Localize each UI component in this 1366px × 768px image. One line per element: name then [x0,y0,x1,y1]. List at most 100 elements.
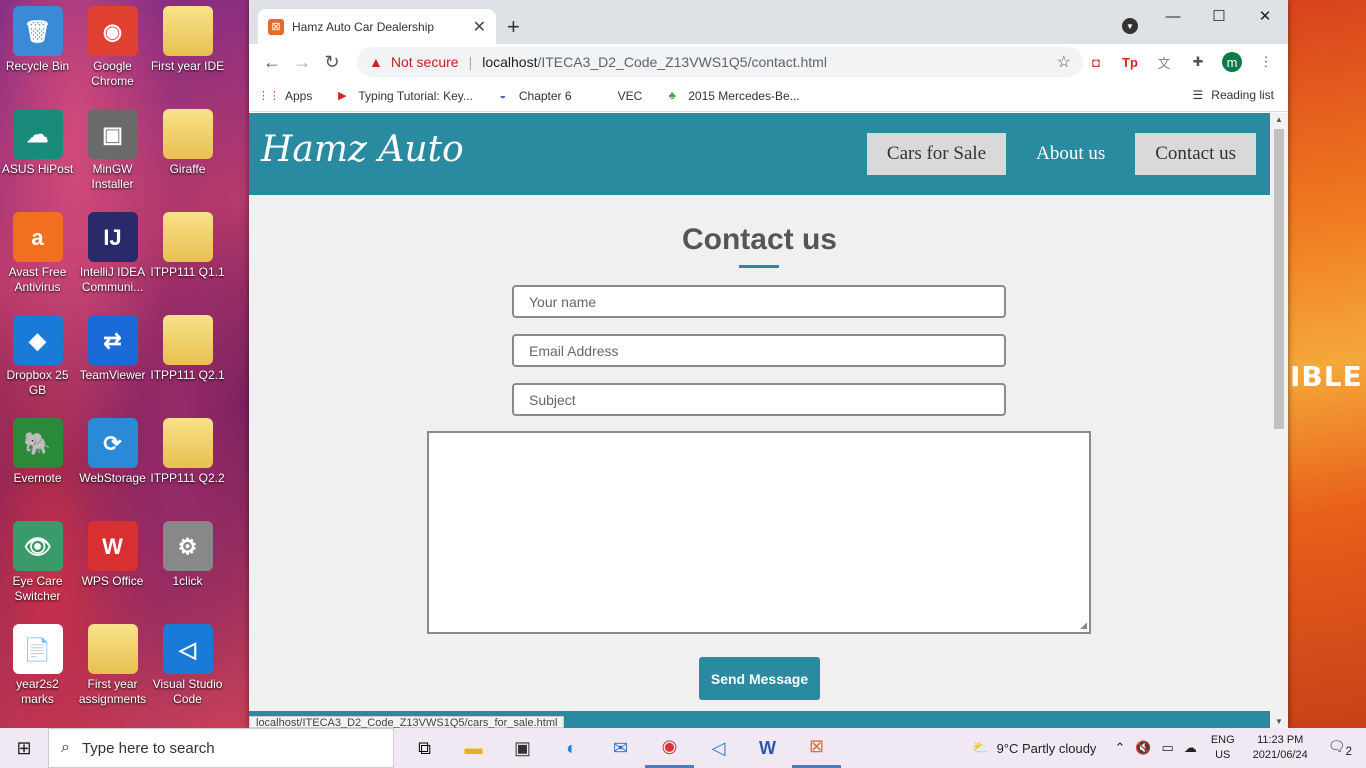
desktop-icon[interactable]: Giraffe [150,103,225,177]
desktop-icon-label: MinGW Installer [91,162,134,191]
resize-grip-icon[interactable]: ◢ [1080,620,1087,631]
weather-widget[interactable]: ⛅ 9°C Partly cloudy [972,740,1096,756]
notification-center-icon[interactable]: 🗨2 [1328,738,1352,758]
nav-contact-us[interactable]: Contact us [1135,133,1256,175]
kebab-menu-icon[interactable]: ⋮ [1256,52,1276,72]
close-tab-icon[interactable]: ✕ [473,17,486,37]
desktop-icon[interactable]: ◆ Dropbox 25 GB [0,309,75,398]
clock[interactable]: 11:23 PM 2021/06/24 [1253,733,1308,763]
send-message-button[interactable]: Send Message [699,657,820,700]
forward-arrow-icon[interactable]: → [287,52,317,73]
desktop-icon[interactable]: 🐘 Evernote [0,412,75,486]
bookmark-item[interactable]: ♣ 2015 Mercedes-Be... [664,88,800,104]
page-scrollbar[interactable]: ▲ ▼ [1270,113,1288,728]
bookmark-item[interactable]: ▶ Typing Tutorial: Key... [334,88,473,104]
desktop-icon[interactable]: ⇄ TeamViewer [75,309,150,383]
site-logo[interactable]: Hamz Auto [261,129,464,170]
translate-extension-icon[interactable]: 文 [1154,52,1174,72]
address-bar[interactable]: ▲ Not secure | localhost /ITECA3_D2_Code… [357,47,1083,77]
desktop-icon[interactable]: First year assignments [75,618,150,707]
edge-icon[interactable]: ◐ [547,728,596,768]
python-icon: ◒ [499,89,507,102]
tp-extension-icon[interactable]: Tp [1120,52,1140,72]
desktop-icon[interactable]: a Avast Free Antivirus [0,206,75,295]
bookmark-label: Chapter 6 [518,88,572,103]
desktop-icon[interactable]: W WPS Office [75,515,150,589]
chrome-icon[interactable]: ◉ [645,728,694,768]
security-label[interactable]: Not secure [391,54,459,70]
desktop-icon-label: WPS Office [81,574,144,588]
reload-icon[interactable]: ↻ [317,52,347,73]
desktop-icon[interactable]: ITPP111 Q1.1 [150,206,225,280]
desktop-icon[interactable]: ◁ Visual Studio Code [150,618,225,707]
desktop-icon-label: Evernote [13,471,62,485]
subject-input[interactable]: Subject [512,383,1006,416]
bookmark-item[interactable]: VEC [594,88,643,104]
desktop-icon[interactable]: ▣ MinGW Installer [75,103,150,192]
clock-date: 2021/06/24 [1252,749,1308,761]
desktop-icon[interactable]: ☁ ASUS HiPost [0,103,75,177]
desktop-icon-image: ◆ [12,315,63,365]
email-input[interactable]: Email Address [512,334,1006,367]
desktop-icon[interactable]: IJ IntelliJ IDEA Communi... [75,206,150,295]
page-title: Contact us [681,223,837,256]
site-header: Hamz Auto Cars for Sale About us Contact… [249,113,1270,195]
mail-icon[interactable]: ✉ [596,728,645,768]
desktop-icon[interactable]: ⚙ 1click [150,515,225,589]
scroll-up-icon[interactable]: ▲ [1275,115,1283,124]
windows-start-icon[interactable]: ⊞ [0,728,48,768]
scrollbar-thumb[interactable] [1274,129,1284,429]
nav-cars-for-sale[interactable]: Cars for Sale [866,133,1007,175]
back-arrow-icon[interactable]: ← [257,52,287,73]
new-tab-button[interactable]: + [507,14,520,40]
taskbar-search[interactable]: ⌕ Type here to search [48,728,394,768]
tab-search-icon[interactable]: ▼ [1122,18,1138,34]
desktop-icon-image: W [87,521,138,571]
volume-muted-icon[interactable]: 🔇 [1135,740,1151,756]
desktop-icon-image [162,212,213,262]
desktop-icon[interactable]: ITPP111 Q2.1 [150,309,225,383]
desktop-icon[interactable]: ◉ Google Chrome [75,0,150,89]
desktop-icon-image: ☁ [12,109,63,159]
desktop-icon[interactable]: First year IDE [150,0,225,74]
bookmark-item[interactable]: ◒ Chapter 6 [495,88,572,104]
task-view-icon[interactable]: ⧉ [400,728,449,768]
scroll-down-icon[interactable]: ▼ [1275,717,1283,726]
desktop-icon[interactable]: 👁 Eye Care Switcher [0,515,75,604]
desktop-icon[interactable]: ITPP111 Q2.2 [150,412,225,486]
pocket-extension-icon[interactable]: ◘ [1086,52,1106,72]
reading-list-button[interactable]: ☰ Reading list [1193,88,1274,102]
url-host: localhost [482,54,538,70]
puzzle-extensions-icon[interactable]: ✚ [1188,52,1208,72]
file-explorer-icon[interactable]: ▬ [449,728,498,768]
bookmark-item[interactable]: ⋮⋮ Apps [258,88,313,104]
close-window-icon[interactable]: ✕ [1242,0,1288,32]
vscode-icon[interactable]: ◁ [694,728,743,768]
desktop-icon[interactable]: 📄 year2s2 marks [0,618,75,707]
bookmark-star-icon[interactable]: ☆ [1057,52,1071,72]
desktop-icon-image: ▣ [87,109,138,159]
desktop-icon[interactable]: 🗑 Recycle Bin [0,0,75,74]
language-indicator[interactable]: ENG US [1211,733,1235,763]
store-icon[interactable]: ▣ [498,728,547,768]
maximize-icon[interactable]: ☐ [1196,0,1242,32]
bookmark-label: VEC [617,88,643,103]
onedrive-cloud-icon[interactable]: ☁ [1184,740,1197,756]
name-input[interactable]: Your name [512,285,1006,318]
desktop-icon-label: ASUS HiPost [1,162,74,176]
desktop-icon-label: Google Chrome [91,59,134,88]
profile-avatar[interactable]: m [1222,52,1242,72]
chevron-up-icon[interactable]: ⌃ [1114,740,1125,756]
taskbar-search-placeholder: Type here to search [81,739,215,757]
message-textarea[interactable]: ◢ [427,431,1091,634]
desktop-icon[interactable]: ⟳ WebStorage [75,412,150,486]
desktop-icon-image: 📄 [12,624,63,674]
bookmark-label: Apps [285,88,313,103]
nav-about-us[interactable]: About us [1016,133,1125,175]
tray-icons: ⌃ 🔇 ▭ ☁ [1114,740,1196,756]
battery-icon[interactable]: ▭ [1162,740,1174,756]
xampp-icon[interactable]: ⊠ [792,728,841,768]
word-icon[interactable]: W [743,728,792,768]
minimize-icon[interactable]: — [1150,0,1196,32]
browser-tab[interactable]: ⊠ Hamz Auto Car Dealership ✕ [258,9,496,44]
